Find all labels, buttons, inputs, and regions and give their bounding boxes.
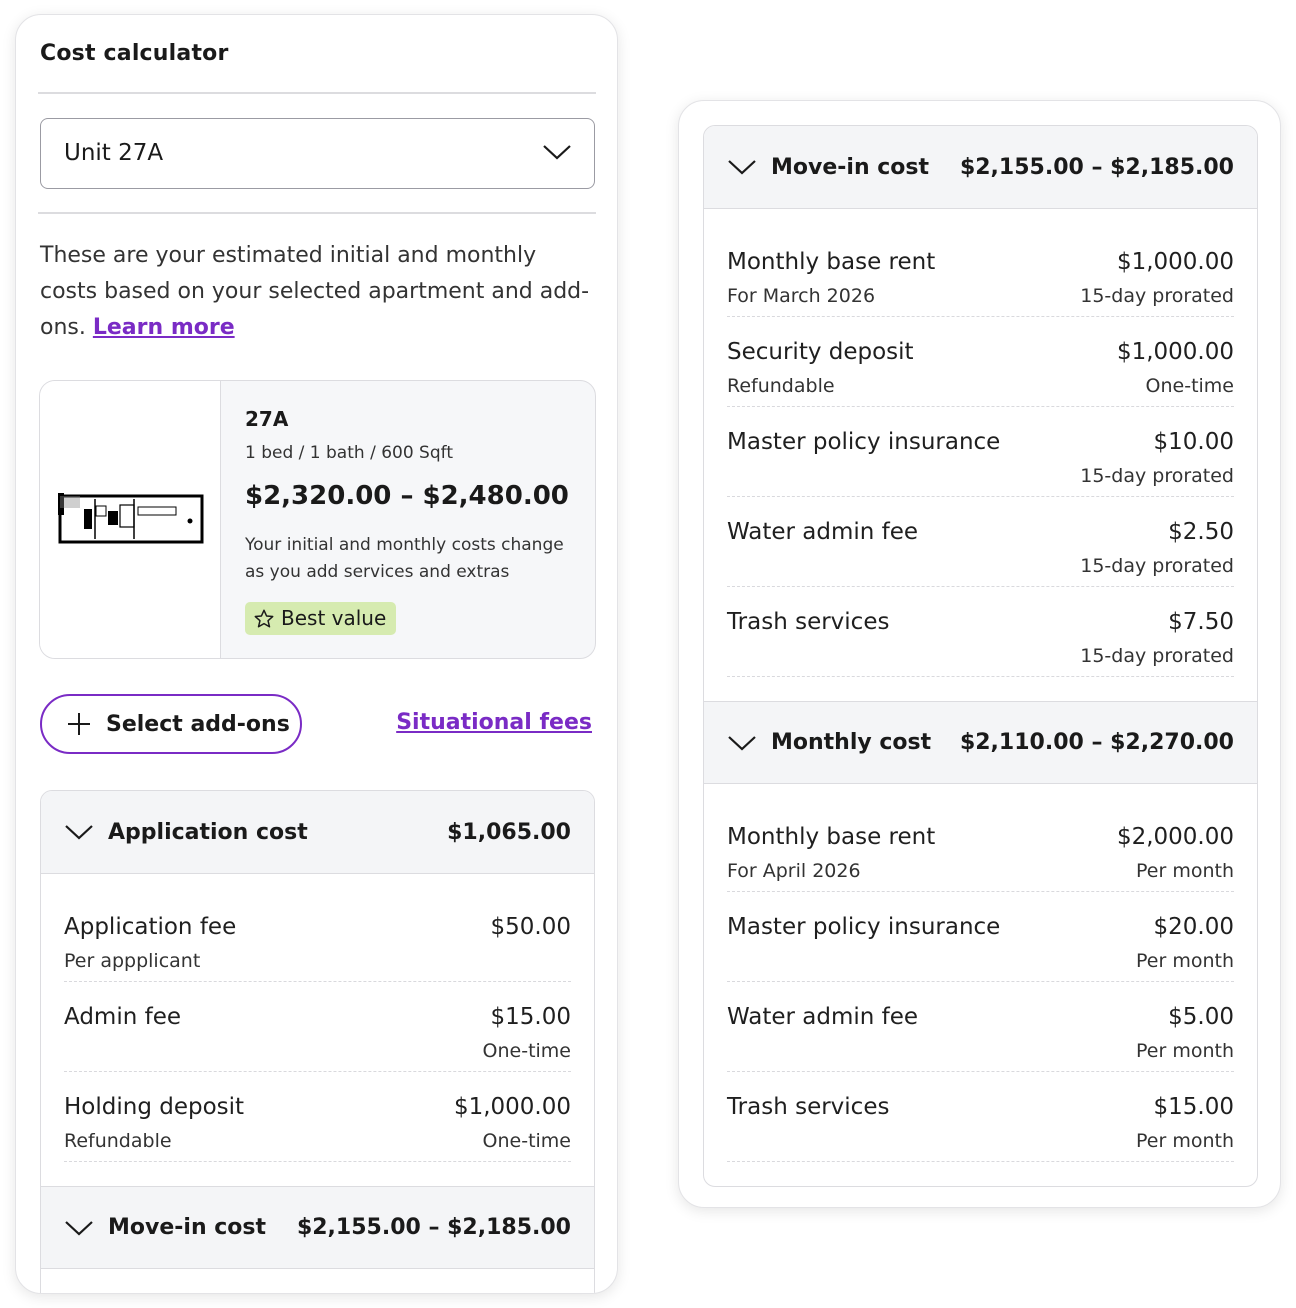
cost-row: Application fee Per appplicant $50.00 xyxy=(64,892,571,982)
divider xyxy=(38,212,596,214)
row-note: Per month xyxy=(1136,860,1234,882)
monthly-cost-amount: $2,110.00 – $2,270.00 xyxy=(959,730,1234,755)
row-label: Master policy insurance xyxy=(727,914,1001,940)
row-sub: Refundable xyxy=(727,375,835,397)
application-cost-header[interactable]: Application cost $1,065.00 xyxy=(41,791,594,874)
chevron-down-icon xyxy=(65,1220,93,1235)
row-label: Security deposit xyxy=(727,339,914,365)
unit-note: Your initial and monthly costs change as… xyxy=(245,535,564,582)
row-note: One-time xyxy=(482,1130,571,1152)
cost-row: Master policy insurance $20.00 Per month xyxy=(727,892,1234,982)
floor-plan-image xyxy=(40,381,221,658)
row-note: Per month xyxy=(1136,1040,1234,1062)
cost-row: Holding deposit Refundable $1,000.00 One… xyxy=(64,1072,571,1162)
unit-select[interactable]: Unit 27A xyxy=(40,118,595,189)
row-label: Holding deposit xyxy=(64,1094,245,1120)
move-in-cost-amount: $2,155.00 – $2,185.00 xyxy=(959,154,1234,180)
unit-meta: 1 bed / 1 bath / 600 Sqft xyxy=(245,443,453,463)
best-value-badge: Best value xyxy=(245,602,397,635)
cost-row: Monthly base rent For April 2026 $2,000.… xyxy=(727,802,1234,892)
cost-row: Trash services $15.00 Per month xyxy=(727,1072,1234,1162)
description: These are your estimated initial and mon… xyxy=(40,238,600,346)
application-cost-accordion: Application cost $1,065.00 Application f… xyxy=(40,790,595,1293)
cost-row: Water admin fee $2.50 15-day prorated xyxy=(727,497,1234,587)
cost-row: Monthly base rent For March 2026 $1,000.… xyxy=(727,227,1234,317)
chevron-down-icon xyxy=(728,735,756,750)
row-value: $15.00 xyxy=(490,1004,571,1030)
star-icon xyxy=(254,609,274,628)
chevron-down-icon xyxy=(543,145,571,160)
row-note: Per month xyxy=(1136,1130,1234,1152)
unit-card[interactable]: 27A 1 bed / 1 bath / 600 Sqft $2,320.00 … xyxy=(39,380,596,659)
row-label: Water admin fee xyxy=(727,519,919,545)
row-value: $20.00 xyxy=(1153,914,1234,940)
row-label: Trash services xyxy=(727,609,890,635)
row-sub: Refundable xyxy=(64,1130,172,1152)
cost-calculator-panel: Cost calculator Unit 27A These are your … xyxy=(15,14,618,1294)
select-addons-label: Select add-ons xyxy=(106,711,290,737)
row-note: One-time xyxy=(1145,375,1234,397)
row-value: $1,000.00 xyxy=(453,1094,571,1120)
row-label: Water admin fee xyxy=(727,1004,919,1030)
cost-row: Trash services $7.50 15-day prorated xyxy=(727,587,1234,677)
situational-fees-link[interactable]: Situational fees xyxy=(396,710,592,735)
row-note: 15-day prorated xyxy=(1080,465,1234,487)
badge-label: Best value xyxy=(281,606,387,630)
cost-row: Admin fee $15.00 One-time xyxy=(64,982,571,1072)
learn-more-link[interactable]: Learn more xyxy=(93,315,235,340)
unit-price-range: $2,320.00 – $2,480.00 xyxy=(245,481,569,511)
move-in-cost-header[interactable]: Move-in cost $2,155.00 – $2,185.00 xyxy=(704,126,1257,209)
row-value: $10.00 xyxy=(1153,429,1234,455)
row-label: Admin fee xyxy=(64,1004,182,1030)
chevron-down-icon xyxy=(65,825,93,840)
divider xyxy=(38,92,596,94)
panel-title: Cost calculator xyxy=(40,41,229,66)
row-sub: Per appplicant xyxy=(64,950,201,972)
row-label: Application fee xyxy=(64,914,237,940)
plus-icon xyxy=(68,713,90,735)
row-note: Per month xyxy=(1136,950,1234,972)
row-value: $15.00 xyxy=(1153,1094,1234,1120)
unit-select-value: Unit 27A xyxy=(64,140,164,166)
monthly-cost-header[interactable]: Monthly cost $2,110.00 – $2,270.00 xyxy=(704,701,1257,784)
row-note: 15-day prorated xyxy=(1080,285,1234,307)
application-cost-label: Application cost xyxy=(108,819,308,845)
row-label: Monthly base rent xyxy=(727,824,936,850)
move-in-cost-accordion: Move-in cost $2,155.00 – $2,185.00 Month… xyxy=(703,125,1258,1187)
chevron-down-icon xyxy=(728,160,756,175)
move-in-cost-amount: $2,155.00 – $2,185.00 xyxy=(296,1215,571,1240)
monthly-cost-label: Monthly cost xyxy=(771,730,932,755)
row-note: 15-day prorated xyxy=(1080,645,1234,667)
row-value: $1,000.00 xyxy=(1116,339,1234,365)
row-value: $1,000.00 xyxy=(1116,249,1234,275)
row-label: Monthly base rent xyxy=(727,249,936,275)
row-value: $7.50 xyxy=(1168,609,1234,635)
cost-row: Security deposit Refundable $1,000.00 On… xyxy=(727,317,1234,407)
row-value: $2,000.00 xyxy=(1116,824,1234,850)
row-value: $5.00 xyxy=(1168,1004,1234,1030)
move-in-cost-header[interactable]: Move-in cost $2,155.00 – $2,185.00 xyxy=(41,1186,594,1269)
row-sub: For April 2026 xyxy=(727,860,861,882)
row-label: Master policy insurance xyxy=(727,429,1001,455)
application-cost-amount: $1,065.00 xyxy=(447,819,571,845)
cost-breakdown-panel: Move-in cost $2,155.00 – $2,185.00 Month… xyxy=(678,100,1281,1208)
row-value: $50.00 xyxy=(490,914,571,940)
unit-name: 27A xyxy=(245,407,289,431)
cost-row: Master policy insurance $10.00 15-day pr… xyxy=(727,407,1234,497)
cost-row: Water admin fee $5.00 Per month xyxy=(727,982,1234,1072)
row-value: $2.50 xyxy=(1168,519,1234,545)
row-note: 15-day prorated xyxy=(1080,555,1234,577)
row-sub: For March 2026 xyxy=(727,285,876,307)
select-addons-button[interactable]: Select add-ons xyxy=(40,694,302,754)
row-label: Trash services xyxy=(727,1094,890,1120)
row-note: One-time xyxy=(482,1040,571,1062)
move-in-cost-label: Move-in cost xyxy=(771,154,930,180)
move-in-cost-label: Move-in cost xyxy=(108,1215,267,1240)
